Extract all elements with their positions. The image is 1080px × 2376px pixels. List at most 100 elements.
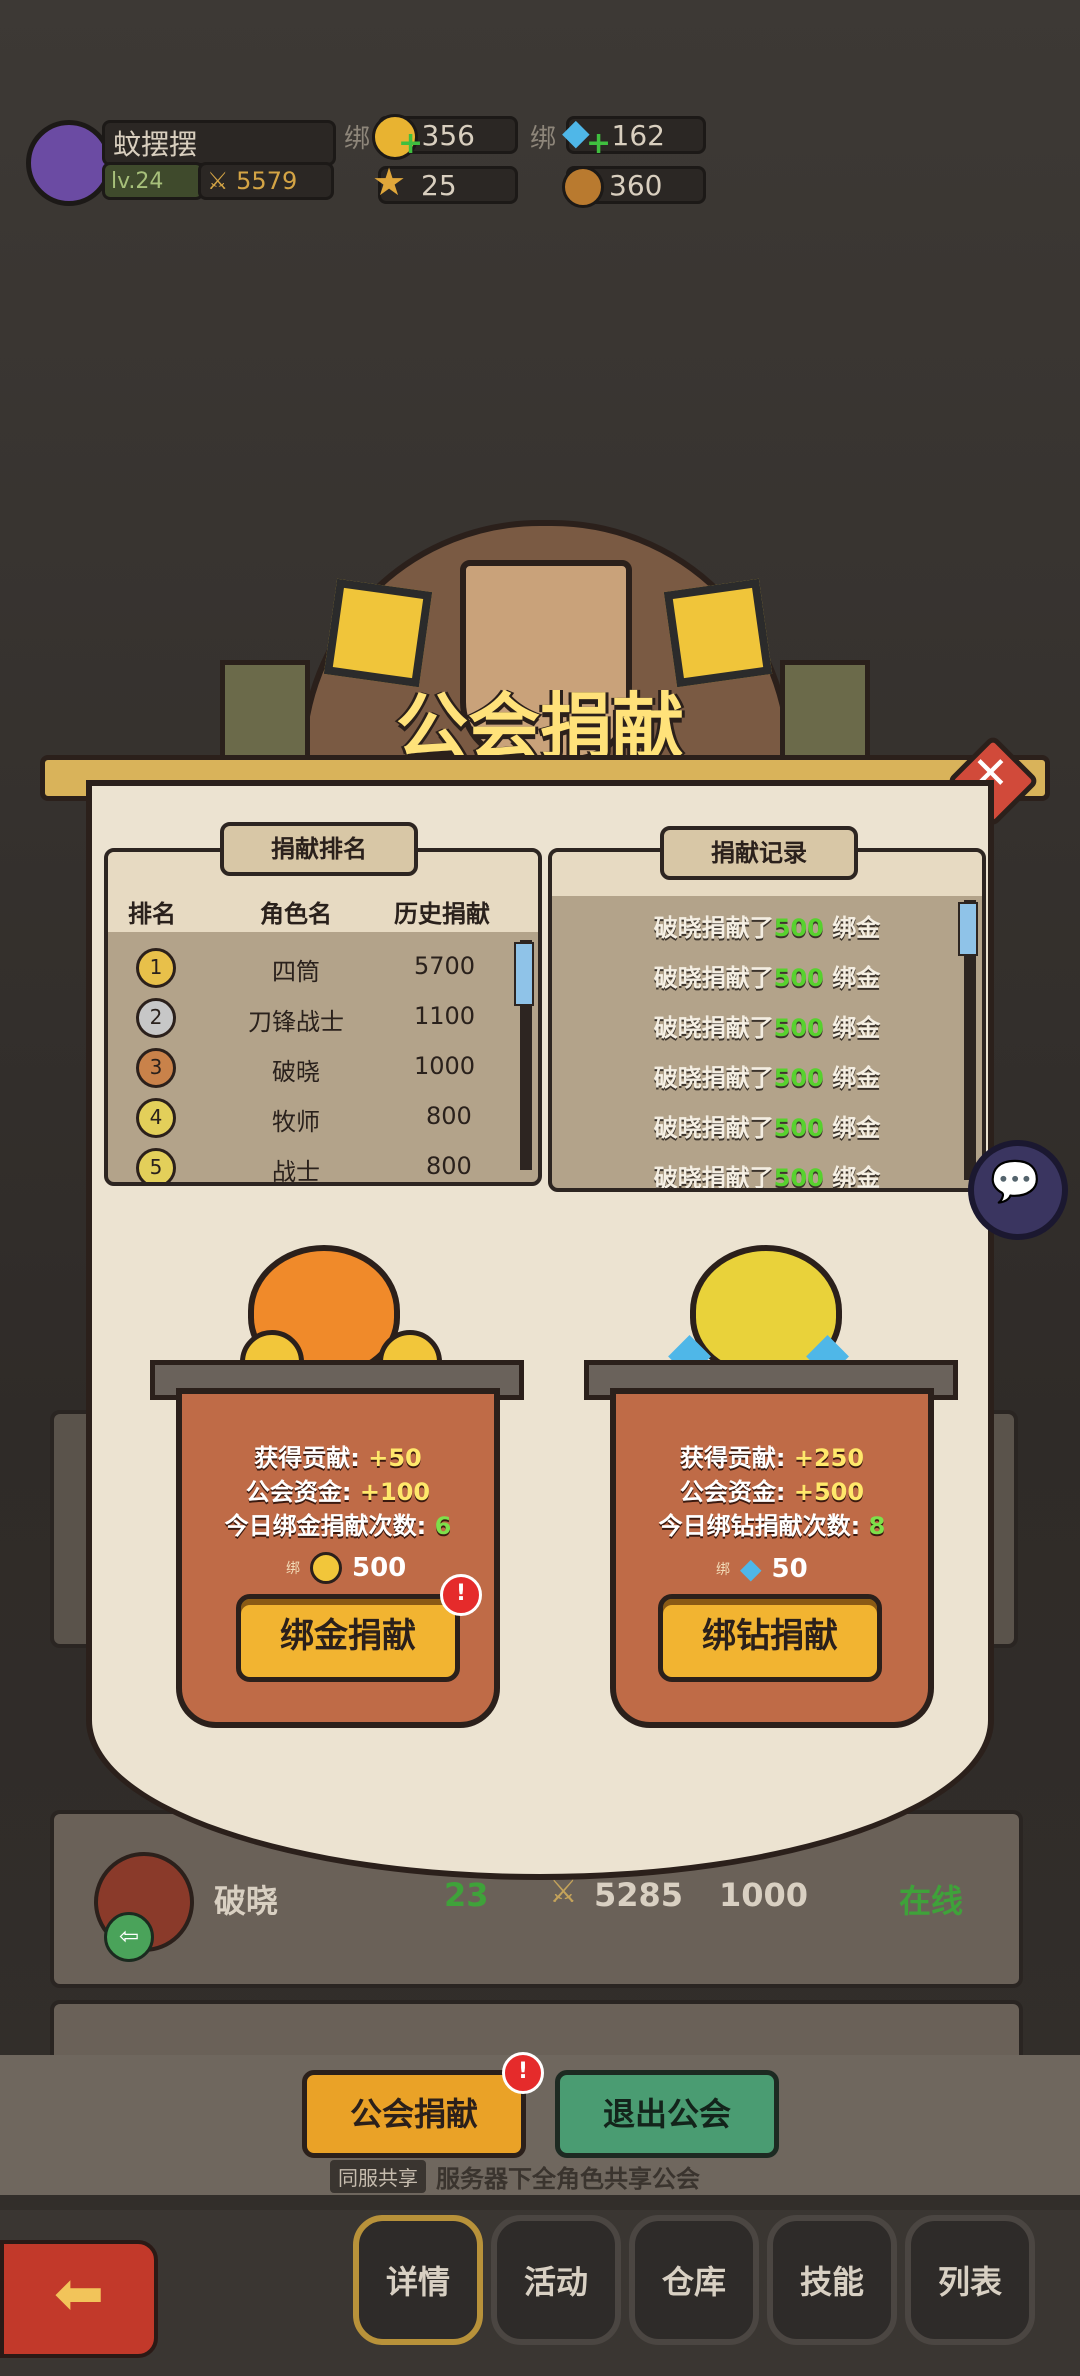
plus-icon[interactable]: + — [398, 126, 423, 161]
record-amount: 500 — [773, 1014, 824, 1042]
record-row: 破晓捐献了500 绑金 — [552, 1108, 982, 1143]
ranking-row: 2 刀锋战士 1100 — [108, 994, 538, 1042]
record-amount: 500 — [773, 1164, 824, 1192]
nav-list[interactable]: 列表 — [905, 2215, 1035, 2345]
nav-skills[interactable]: 技能 — [767, 2215, 897, 2345]
rank-name: 四筒 — [272, 958, 320, 986]
plus-icon-2[interactable]: + — [586, 126, 611, 161]
gold-coin-icon — [310, 1552, 342, 1584]
diamond-fund: 公会资金: +500 — [679, 1478, 865, 1506]
col-amount: 历史捐献 — [394, 900, 490, 928]
nav-activity[interactable]: 活动 — [491, 2215, 621, 2345]
bind-tag: 绑 — [286, 1561, 300, 1577]
diamond-icon: ◆ — [740, 1552, 762, 1585]
record-row: 破晓捐献了500 绑金 — [552, 908, 982, 943]
rank-name: 刀锋战士 — [248, 1008, 344, 1036]
record-who: 破晓捐献了 — [653, 1014, 774, 1042]
member-power: 5285 — [594, 1876, 684, 1914]
leave-guild-button[interactable]: 退出公会 — [555, 2070, 779, 2158]
ranking-row: 5 战士 800 — [108, 1144, 538, 1186]
member-name: 破晓 — [214, 1882, 279, 1920]
rank-badge: 3 — [136, 1048, 176, 1088]
copper-coin-icon — [562, 166, 604, 208]
records-header: 捐献记录 — [660, 826, 858, 880]
ranking-row: 1 四筒 5700 — [108, 944, 538, 992]
coins-value: 360 — [609, 168, 663, 202]
diamond-count: 今日绑钻捐献次数: 8 — [658, 1512, 886, 1540]
guild-donate-button[interactable]: 公会捐献 — [302, 2070, 526, 2158]
records-scroll-thumb[interactable] — [958, 902, 978, 956]
rank-name: 牧师 — [272, 1108, 320, 1136]
rank-amount: 1100 — [414, 1002, 476, 1030]
nav-warehouse[interactable]: 仓库 — [629, 2215, 759, 2345]
col-rank: 排名 — [128, 900, 176, 928]
col-name: 角色名 — [260, 900, 332, 928]
ranking-list[interactable]: 排名 角色名 历史捐献 1 四筒 5700 2 刀锋战士 1100 3 破晓 1… — [104, 848, 542, 1186]
record-row: 破晓捐献了500 绑金 — [552, 1058, 982, 1093]
rank-name: 破晓 — [272, 1058, 320, 1086]
star-icon: ★ — [372, 160, 407, 204]
record-row: 破晓捐献了500 绑金 — [552, 1008, 982, 1043]
diamond-cost: 绑 ◆ 50 — [716, 1552, 808, 1585]
stars-value: 25 — [421, 168, 457, 202]
record-unit: 绑金 — [832, 914, 881, 942]
share-note: 同服共享 服务器下全角色共享公会 — [330, 2159, 750, 2193]
bind-label-gold: 绑 — [344, 124, 371, 154]
record-who: 破晓捐献了 — [653, 964, 774, 992]
transfer-icon: ⇦ — [104, 1912, 154, 1962]
record-unit: 绑金 — [832, 1014, 881, 1042]
rank-badge: 1 — [136, 948, 176, 988]
player-power-value: 5579 — [236, 167, 298, 195]
member-contrib: 1000 — [719, 1876, 809, 1914]
gold-gain: 获得贡献: +50 — [254, 1444, 422, 1472]
gold-donate-button[interactable]: 绑金捐献 — [236, 1594, 460, 1682]
record-who: 破晓捐献了 — [653, 914, 774, 942]
record-amount: 500 — [773, 1114, 824, 1142]
records-list[interactable]: 破晓捐献了500 绑金 破晓捐献了500 绑金 破晓捐献了500 绑金 破晓捐献… — [548, 848, 986, 1192]
bind-gold-value: 356 — [421, 118, 475, 152]
rank-amount: 800 — [426, 1152, 472, 1180]
record-amount: 500 — [773, 1064, 824, 1092]
bind-diamond-value: 162 — [611, 118, 665, 152]
back-arrow-icon[interactable]: ⬅ — [0, 2240, 158, 2358]
member-status: 在线 — [899, 1882, 964, 1920]
record-row: 破晓捐献了500 绑金 — [552, 958, 982, 993]
gold-fund: 公会资金: +100 — [245, 1478, 431, 1506]
player-avatar[interactable] — [26, 120, 112, 206]
record-who: 破晓捐献了 — [653, 1164, 774, 1192]
member-level: 23 — [444, 1876, 489, 1914]
record-unit: 绑金 — [832, 1064, 881, 1092]
gold-cost-value: 500 — [352, 1553, 407, 1583]
donate-alert-badge: ! — [502, 2052, 544, 2094]
record-unit: 绑金 — [832, 1164, 881, 1192]
record-amount: 500 — [773, 914, 824, 942]
gold-donate-badge: ! — [440, 1574, 482, 1616]
player-power: ⚔ 5579 — [198, 162, 334, 200]
record-who: 破晓捐献了 — [653, 1114, 774, 1142]
nav-details[interactable]: 详情 — [353, 2215, 483, 2345]
rank-amount: 800 — [426, 1102, 472, 1130]
player-level: lv.24 — [102, 162, 204, 200]
diamond-donate-button[interactable]: 绑钻捐献 — [658, 1594, 882, 1682]
rank-amount: 1000 — [414, 1052, 476, 1080]
rank-badge: 5 — [136, 1148, 176, 1182]
chat-icon: 💬 — [990, 1159, 1040, 1205]
record-who: 破晓捐献了 — [653, 1064, 774, 1092]
record-row: 破晓捐献了500 绑金 — [552, 1158, 982, 1192]
ranking-header: 捐献排名 — [220, 822, 418, 876]
swords-icon: ⚔ — [207, 167, 237, 195]
record-amount: 500 — [773, 964, 824, 992]
gold-cost: 绑 500 — [286, 1552, 406, 1584]
ranking-row: 3 破晓 1000 — [108, 1044, 538, 1092]
diamond-gain: 获得贡献: +250 — [679, 1444, 865, 1472]
bind-label-diamond: 绑 — [530, 124, 557, 154]
player-name: 蚊摆摆 — [102, 120, 336, 166]
gold-count: 今日绑金捐献次数: 6 — [224, 1512, 452, 1540]
rank-amount: 5700 — [414, 952, 476, 980]
ranking-scroll-thumb[interactable] — [514, 942, 534, 1006]
share-text: 服务器下全角色共享公会 — [436, 2164, 700, 2193]
ranking-row: 4 牧师 800 — [108, 1094, 538, 1142]
diamond-cost-value: 50 — [771, 1553, 808, 1584]
share-tag: 同服共享 — [330, 2159, 426, 2193]
rank-name: 战士 — [272, 1158, 320, 1186]
